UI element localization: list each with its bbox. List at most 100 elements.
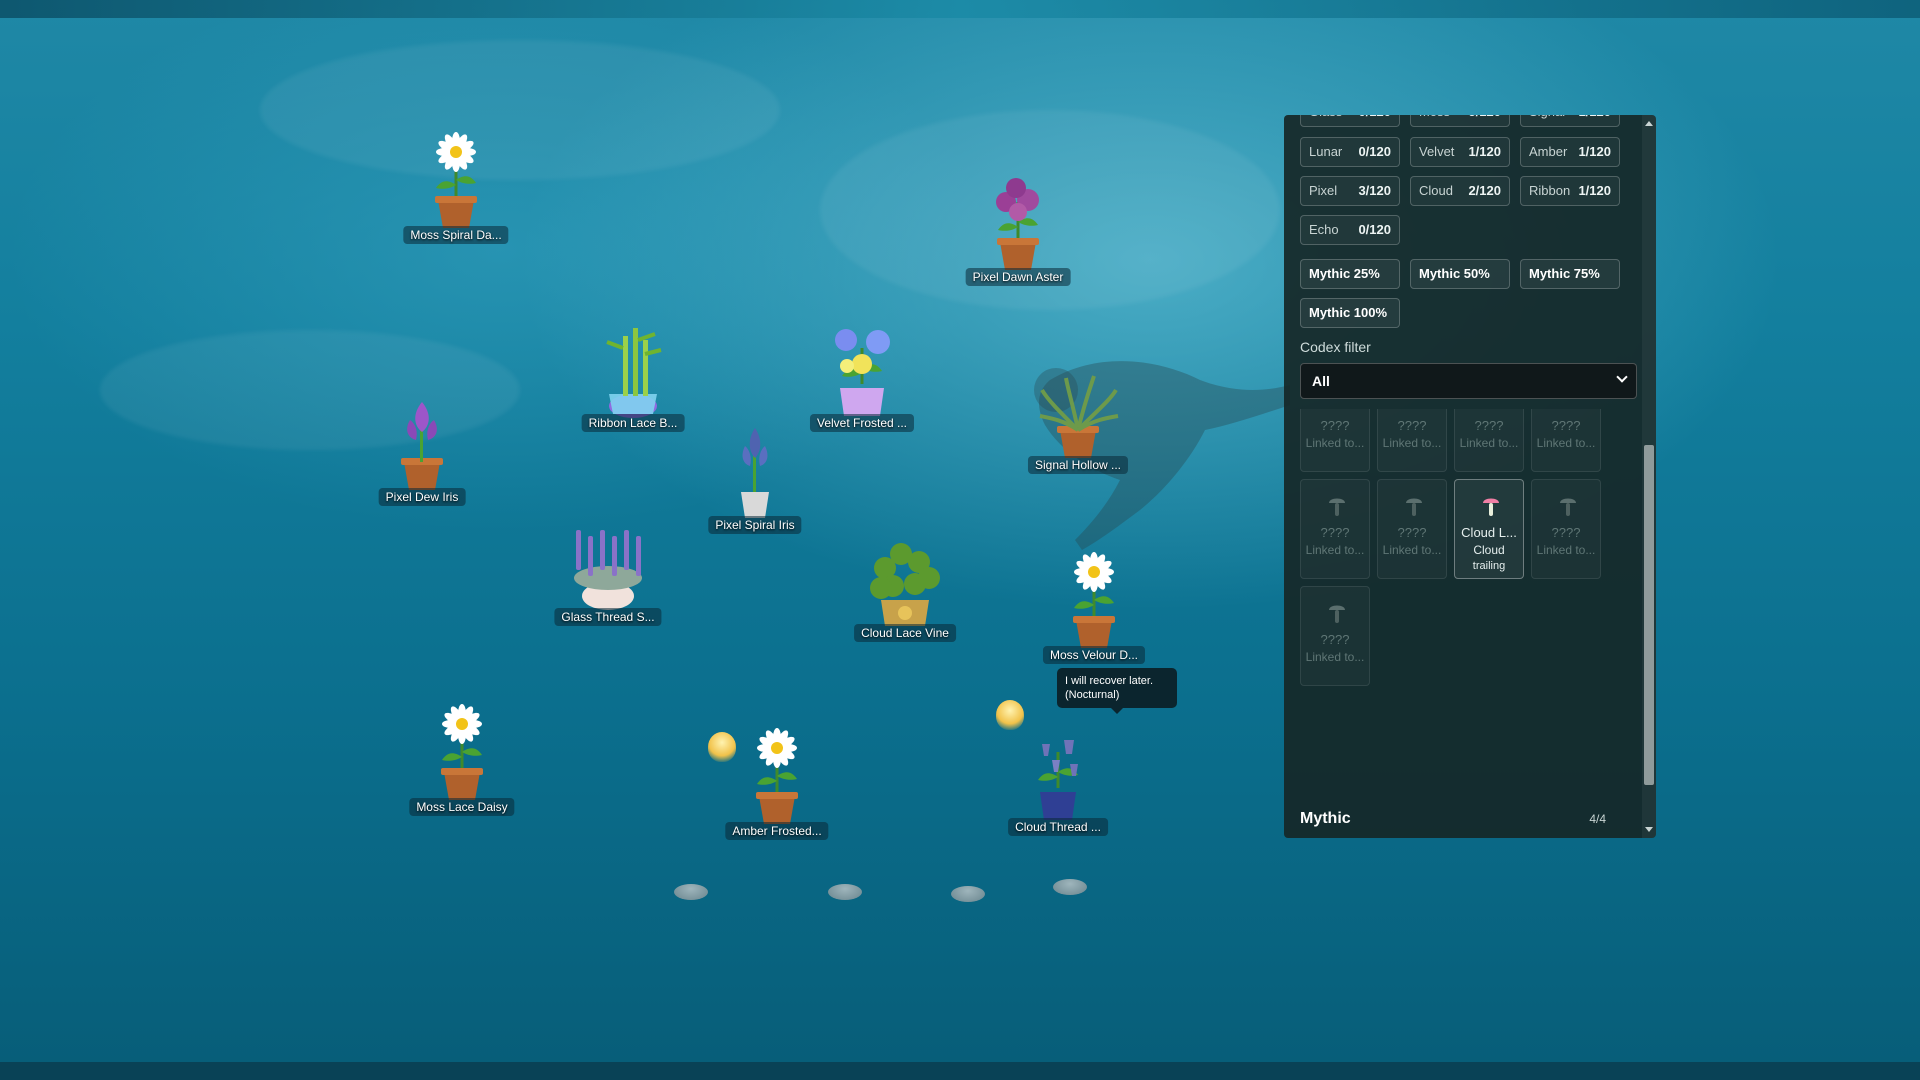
plant-daisy[interactable]: Moss Velour D... — [1034, 550, 1154, 670]
codex-filter-select[interactable]: All — [1300, 363, 1637, 399]
plant-name-label: Cloud Lace Vine — [854, 624, 956, 642]
collection-stat-chip: Glass 0/120 — [1300, 115, 1400, 127]
codex-panel: Glass 0/120 Moss 5/120 Signal 1/120 Lunar 0/120… — [1284, 115, 1656, 838]
stat-value: 3/120 — [1358, 183, 1391, 198]
collection-stat-chip: Echo 0/120 — [1300, 215, 1400, 245]
plant-name-label: Moss Spiral Da... — [403, 226, 509, 244]
iris-blue-icon — [741, 428, 769, 518]
card-subtitle: Cloud — [1473, 543, 1505, 557]
milestone-button[interactable]: Mythic 75% — [1520, 259, 1620, 289]
lavender-icon — [574, 530, 642, 610]
mushroom-icon — [1329, 498, 1345, 516]
bellflower-icon — [1038, 740, 1078, 820]
plant-name-label: Pixel Dawn Aster — [965, 268, 1071, 286]
card-subtitle: Linked to... — [1305, 543, 1365, 557]
daisy-icon — [441, 704, 483, 800]
plant-bellflower[interactable]: Cloud Thread ... — [998, 722, 1118, 842]
stat-value: 5/120 — [1468, 115, 1501, 126]
plant-daisy[interactable]: Moss Lace Daisy — [402, 702, 522, 822]
plant-aster[interactable]: Pixel Dawn Aster — [958, 172, 1078, 292]
bamboo-icon — [606, 328, 662, 418]
stat-value: 1/120 — [1578, 115, 1611, 126]
codex-card-locked[interactable]: ???? Linked to... — [1300, 479, 1370, 579]
chevron-down-icon — [1616, 371, 1628, 383]
stat-value: 0/120 — [1358, 144, 1391, 159]
mushroom-icon — [1560, 498, 1576, 516]
card-title: Cloud L... — [1461, 525, 1517, 540]
card-title: ???? — [1551, 418, 1581, 433]
codex-card-locked[interactable]: ???? Linked to... — [1531, 479, 1601, 579]
light-orb[interactable] — [708, 732, 736, 762]
mushroom-icon — [1481, 409, 1501, 411]
scroll-up-icon[interactable] — [1645, 121, 1653, 126]
collection-stat-chip: Ribbon 1/120 — [1520, 176, 1620, 206]
daisy-icon — [1073, 552, 1115, 648]
codex-card-discovered[interactable]: Cloud L... Cloud trailing — [1454, 479, 1524, 579]
card-title: ???? — [1397, 418, 1427, 433]
collection-stat-chip: Lunar 0/120 — [1300, 137, 1400, 167]
card-subtitle: Linked to... — [1382, 543, 1442, 557]
plant-name-label: Cloud Thread ... — [1008, 818, 1108, 836]
vine-icon — [870, 543, 940, 626]
mushroom-icon — [1327, 409, 1347, 411]
plant-iris-blue[interactable]: Pixel Spiral Iris — [695, 420, 815, 540]
stat-label: Cloud — [1419, 183, 1453, 198]
codex-card-locked[interactable]: ???? Linked to... — [1300, 586, 1370, 686]
plant-poppy[interactable]: Velvet Frosted ... — [802, 318, 922, 438]
plant-daisy[interactable]: Moss Spiral Da... — [396, 130, 516, 250]
plant-name-label: Moss Velour D... — [1042, 646, 1146, 664]
stepping-stone — [951, 886, 985, 902]
light-orb[interactable] — [996, 700, 1024, 730]
plant-name-label: Pixel Spiral Iris — [708, 516, 802, 534]
mushroom-icon — [1483, 498, 1499, 516]
collection-stat-chip: Velvet 1/120 — [1410, 137, 1510, 167]
stat-value: 1/120 — [1578, 144, 1611, 159]
mushroom-icon — [1558, 409, 1578, 411]
stepping-stone — [1053, 879, 1087, 895]
codex-card-locked[interactable]: ???? Linked to... — [1454, 409, 1524, 472]
stat-value: 1/120 — [1468, 144, 1501, 159]
stat-label: Echo — [1309, 222, 1339, 237]
mythic-section-header: Mythic 4/4 — [1300, 810, 1606, 830]
card-subtitle: Linked to... — [1382, 436, 1442, 450]
mushroom-icon — [1329, 605, 1345, 623]
plant-vine[interactable]: Cloud Lace Vine — [845, 528, 965, 648]
mushroom-icon — [1404, 409, 1424, 411]
card-title: ???? — [1474, 418, 1504, 433]
stat-label: Signal — [1529, 115, 1565, 126]
plant-iris[interactable]: Pixel Dew Iris — [362, 392, 482, 512]
codex-card-locked[interactable]: ???? Linked to... — [1377, 479, 1447, 579]
codex-list[interactable]: ???? Linked to...???? Linked to...???? Link… — [1300, 409, 1622, 838]
card-trait: trailing — [1472, 560, 1506, 572]
milestone-button[interactable]: Mythic 25% — [1300, 259, 1400, 289]
spider-icon — [1039, 375, 1119, 458]
card-subtitle: Linked to... — [1459, 436, 1519, 450]
scroll-down-icon[interactable] — [1645, 827, 1653, 832]
plant-lavender[interactable]: Glass Thread S... — [548, 512, 668, 632]
milestone-button[interactable]: Mythic 50% — [1410, 259, 1510, 289]
stat-label: Pixel — [1309, 183, 1338, 198]
milestone-button[interactable]: Mythic 100% — [1300, 298, 1400, 328]
plant-name-label: Pixel Dew Iris — [378, 488, 466, 506]
stat-label: Glass — [1309, 115, 1342, 126]
iris-icon — [401, 402, 443, 490]
panel-scrollbar[interactable] — [1642, 115, 1656, 838]
codex-card-locked[interactable]: ???? Linked to... — [1377, 409, 1447, 472]
codex-card-locked[interactable]: ???? Linked to... — [1531, 409, 1601, 472]
stat-label: Lunar — [1309, 144, 1343, 159]
stat-value: 2/120 — [1468, 183, 1501, 198]
codex-card-locked[interactable]: ???? Linked to... — [1300, 409, 1370, 472]
top-bar — [0, 0, 1920, 18]
mythic-section-title: Mythic — [1300, 810, 1351, 827]
stat-label: Moss — [1419, 115, 1450, 126]
panel-scrollbar-thumb[interactable] — [1644, 445, 1654, 785]
plant-bamboo[interactable]: Ribbon Lace B... — [573, 318, 693, 438]
card-title: ???? — [1320, 525, 1350, 540]
mythic-section-count: 4/4 — [1589, 812, 1606, 826]
stat-label: Amber — [1529, 144, 1568, 159]
codex-filter-value: All — [1312, 373, 1330, 389]
plant-name-label: Ribbon Lace B... — [581, 414, 685, 432]
collection-stat-chip: Moss 5/120 — [1410, 115, 1510, 127]
plant-spider[interactable]: Signal Hollow ... — [1018, 360, 1138, 480]
card-subtitle: Linked to... — [1536, 436, 1596, 450]
